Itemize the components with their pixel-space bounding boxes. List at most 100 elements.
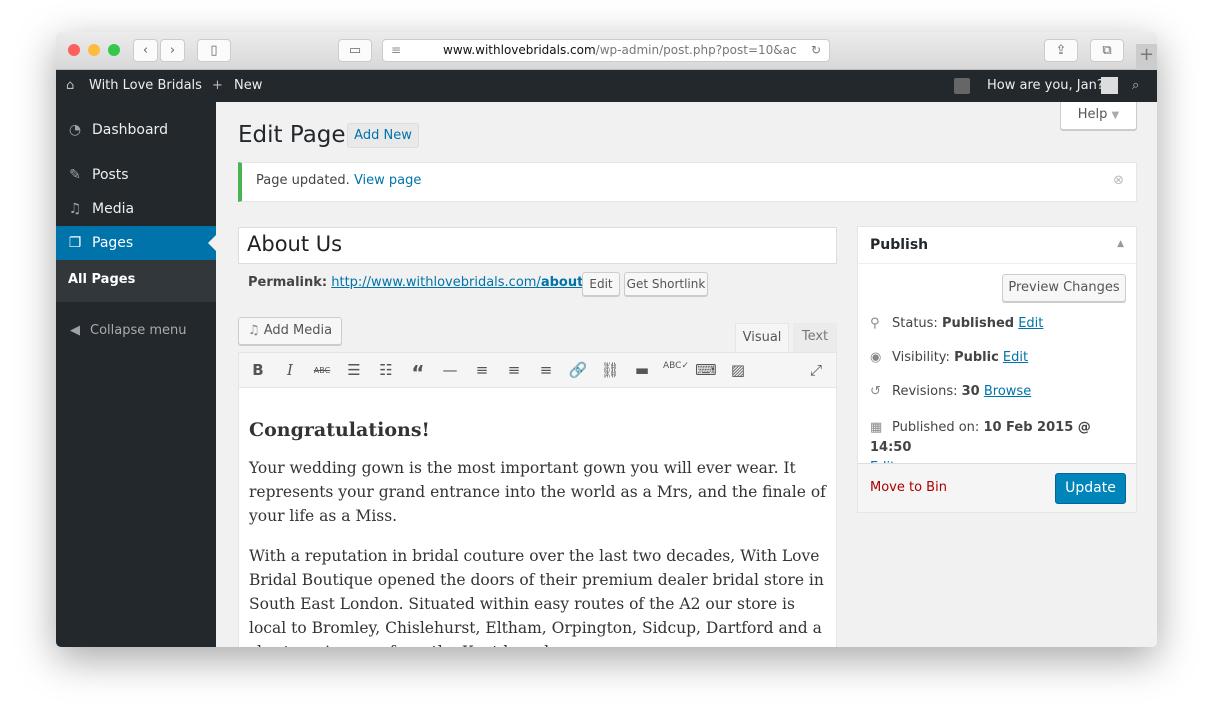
sidebar-toggle-button[interactable]: ▯ bbox=[197, 39, 231, 62]
address-bar[interactable]: ≡ www.withlovebridals.com/wp-admin/post.… bbox=[382, 39, 830, 62]
dismiss-icon[interactable]: ⊗ bbox=[1113, 173, 1124, 188]
pin-icon: ⚲ bbox=[870, 316, 880, 331]
title-input[interactable]: About Us bbox=[238, 227, 837, 264]
reload-icon[interactable]: ↻ bbox=[811, 40, 821, 61]
revisions-icon: ↺ bbox=[870, 384, 881, 399]
publish-box: Publish ▲ Preview Changes ⚲ Status: Publis… bbox=[857, 226, 1137, 513]
permalink-label: Permalink: bbox=[248, 275, 328, 290]
triangle-down-icon: ▼ bbox=[1111, 110, 1120, 121]
spellcheck-icon[interactable]: ABC✓ bbox=[663, 361, 689, 371]
back-button[interactable]: ‹ bbox=[133, 39, 158, 62]
avatar[interactable] bbox=[1101, 77, 1118, 94]
submenu-all-pages[interactable]: All Pages bbox=[56, 260, 216, 302]
content-paragraph: With a reputation in bridal couture over… bbox=[249, 547, 824, 647]
pin-icon: ✎ bbox=[69, 167, 81, 183]
visibility-label: Visibility: bbox=[892, 350, 950, 365]
publish-title: Publish bbox=[870, 237, 929, 253]
zoom-window-button[interactable] bbox=[108, 44, 120, 56]
tab-visual[interactable]: Visual bbox=[735, 323, 789, 353]
tab-text[interactable]: Text bbox=[793, 323, 837, 353]
align-right-icon[interactable]: ≡ bbox=[535, 361, 557, 379]
search-icon[interactable]: ⌕ bbox=[1132, 78, 1139, 93]
status-value: Published bbox=[941, 316, 1015, 331]
image-icon[interactable]: ▨ bbox=[727, 361, 749, 379]
permalink-row: Permalink: http://www.withlovebridals.co… bbox=[248, 275, 610, 290]
move-to-bin-link[interactable]: Move to Bin bbox=[870, 480, 947, 495]
link-icon[interactable]: 🔗 bbox=[567, 361, 589, 379]
comments-icon[interactable] bbox=[954, 78, 970, 94]
eye-icon: ◉ bbox=[870, 350, 882, 365]
edit-visibility-link[interactable]: Edit bbox=[1003, 350, 1028, 365]
sidebar-item-label: Pages bbox=[92, 235, 134, 251]
menu-lines-icon: ≡ bbox=[391, 43, 402, 57]
sidebar-item-dashboard[interactable]: ◔ Dashboard bbox=[56, 113, 216, 147]
url-domain: www.withlovebridals.com bbox=[443, 43, 596, 57]
collapse-menu-button[interactable]: ◀ Collapse menu bbox=[56, 314, 216, 348]
align-left-icon[interactable]: ≡ bbox=[471, 361, 493, 379]
editor-toolbar: B I ABC ☰ ☷ “ — ≡ ≡ ≡ 🔗 ⛓ ▬ ABC✓ ⌨ ▨ ⤢ bbox=[238, 352, 837, 388]
add-media-button[interactable]: ♫ Add Media bbox=[238, 317, 342, 345]
content-heading: Congratulations! bbox=[249, 419, 430, 441]
help-tab[interactable]: Help ▼ bbox=[1060, 102, 1137, 130]
visibility-value: Public bbox=[954, 350, 999, 365]
bold-icon[interactable]: B bbox=[247, 361, 269, 379]
edit-permalink-button[interactable]: Edit bbox=[582, 272, 620, 296]
content-paragraph: Your wedding gown is the most important … bbox=[249, 459, 826, 525]
title-value: About Us bbox=[247, 232, 343, 256]
collapse-label: Collapse menu bbox=[90, 323, 187, 338]
preview-changes-button[interactable]: Preview Changes bbox=[1002, 274, 1126, 302]
new-tab-button[interactable]: + bbox=[1136, 44, 1157, 70]
editor-content[interactable]: Congratulations! Your wedding gown is th… bbox=[238, 388, 837, 647]
main-content: Edit Page Add New Help ▼ Page updated. V… bbox=[216, 102, 1157, 647]
read-more-icon[interactable]: ▬ bbox=[631, 361, 653, 379]
sidebar-item-media[interactable]: ♫ Media bbox=[56, 192, 216, 226]
submenu-label: All Pages bbox=[68, 272, 136, 287]
site-name-link[interactable]: With Love Bridals bbox=[89, 78, 202, 93]
media-icon: ♫ bbox=[247, 323, 260, 338]
published-label: Published on: bbox=[892, 420, 980, 435]
bullet-list-icon[interactable]: ☰ bbox=[343, 361, 365, 379]
home-icon: ⌂ bbox=[66, 78, 75, 93]
forward-button[interactable]: › bbox=[160, 39, 185, 62]
view-page-link[interactable]: View page bbox=[354, 173, 421, 188]
account-greeting[interactable]: How are you, Jan? bbox=[987, 78, 1104, 93]
add-media-label: Add Media bbox=[263, 323, 333, 338]
fullscreen-icon[interactable]: ⤢ bbox=[805, 361, 827, 379]
sidebar-item-label: Dashboard bbox=[92, 122, 168, 138]
media-icon: ♫ bbox=[68, 201, 82, 217]
edit-status-link[interactable]: Edit bbox=[1018, 316, 1043, 331]
add-new-button[interactable]: Add New bbox=[347, 123, 419, 148]
notice-text: Page updated. bbox=[256, 173, 350, 188]
browse-revisions-link[interactable]: Browse bbox=[984, 384, 1031, 399]
close-window-button[interactable] bbox=[68, 44, 80, 56]
calendar-icon: ▦ bbox=[870, 420, 883, 435]
pages-icon: ❐ bbox=[68, 235, 82, 251]
permalink-link[interactable]: http://www.withlovebridals.com/about-us/ bbox=[331, 275, 610, 290]
tabs-icon[interactable]: ⧉ bbox=[1090, 39, 1124, 62]
status-label: Status: bbox=[892, 316, 938, 331]
get-shortlink-button[interactable]: Get Shortlink bbox=[624, 272, 708, 296]
update-notice: Page updated. View page ⊗ bbox=[238, 162, 1137, 202]
toolbar-toggle-icon[interactable]: ⌨ bbox=[695, 361, 717, 379]
align-center-icon[interactable]: ≡ bbox=[503, 361, 525, 379]
reader-icon[interactable]: ▭ bbox=[338, 39, 372, 62]
plus-icon: + bbox=[212, 78, 223, 93]
horizontal-line-icon[interactable]: — bbox=[439, 361, 461, 379]
minimize-window-button[interactable] bbox=[88, 44, 100, 56]
collapse-icon: ◀ bbox=[70, 323, 80, 338]
new-link[interactable]: New bbox=[234, 78, 262, 93]
unlink-icon[interactable]: ⛓ bbox=[599, 361, 621, 379]
sidebar-item-pages[interactable]: ❐ Pages bbox=[56, 226, 216, 260]
italic-icon[interactable]: I bbox=[279, 361, 301, 379]
publish-actions: Move to Bin Update bbox=[858, 463, 1136, 512]
collapse-arrow-icon: ▲ bbox=[1117, 239, 1124, 249]
permalink-base: http://www.withlovebridals.com/ bbox=[331, 275, 541, 290]
strikethrough-icon[interactable]: ABC bbox=[311, 366, 333, 375]
help-label: Help bbox=[1077, 107, 1108, 122]
sidebar-item-posts[interactable]: ✎ Posts bbox=[56, 158, 216, 192]
blockquote-icon[interactable]: “ bbox=[407, 361, 429, 385]
publish-header[interactable]: Publish ▲ bbox=[858, 227, 1136, 264]
share-icon[interactable]: ⇪ bbox=[1044, 39, 1078, 62]
update-button[interactable]: Update bbox=[1055, 473, 1126, 504]
numbered-list-icon[interactable]: ☷ bbox=[375, 361, 397, 379]
